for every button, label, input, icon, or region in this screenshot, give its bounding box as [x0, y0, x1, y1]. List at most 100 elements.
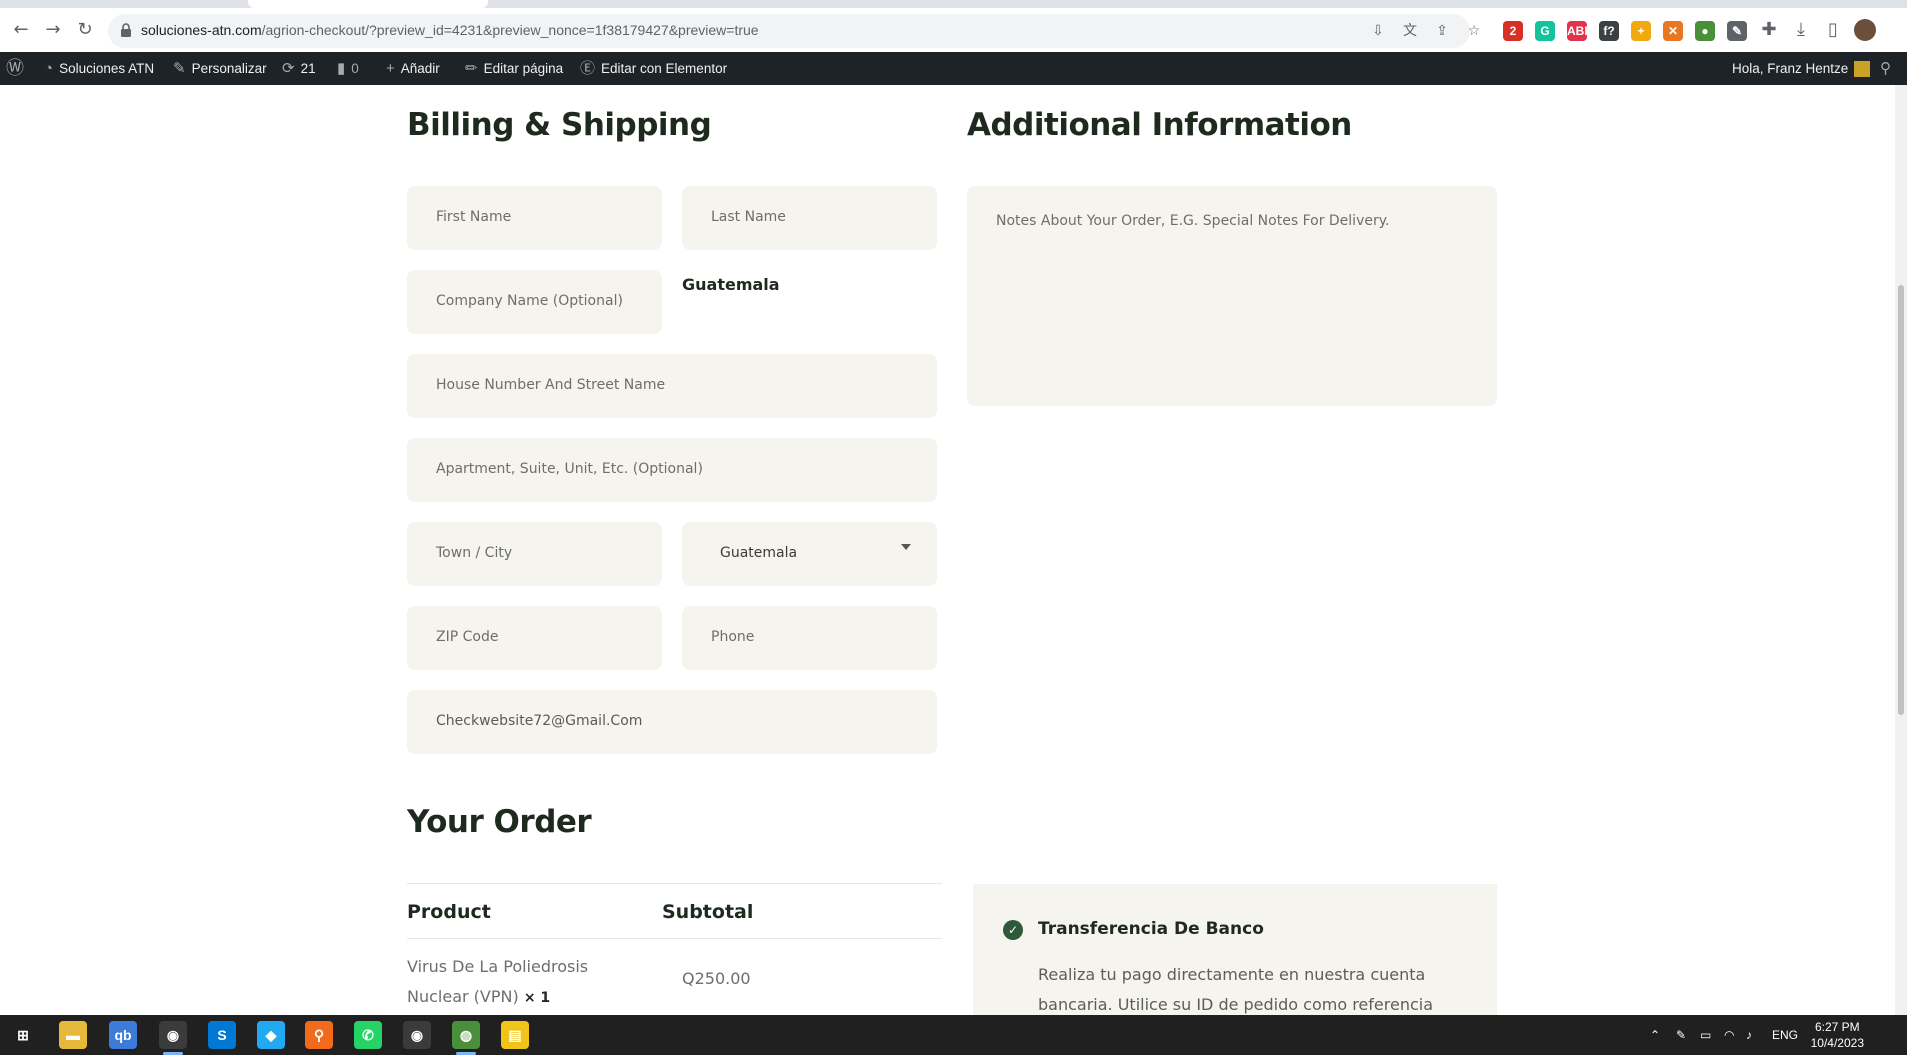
address-bar[interactable]: soluciones-atn.com/agrion-checkout/?prev…: [108, 14, 1480, 48]
qbittorrent-icon[interactable]: qb: [109, 1021, 137, 1049]
edit-elementor-link[interactable]: Ⓔ Editar con Elementor: [580, 52, 727, 85]
pen-icon[interactable]: ✎: [1676, 1015, 1686, 1055]
site-name-link[interactable]: ◔ Soluciones ATN: [44, 52, 154, 85]
edit-page-label: Editar página: [483, 61, 564, 76]
last-name-placeholder: Last Name: [711, 209, 786, 225]
page-scrollbar[interactable]: [1895, 85, 1907, 1015]
payment-method-description: Realiza tu pago directamente en nuestra …: [1038, 965, 1434, 1014]
install-app-icon[interactable]: ⇩: [1370, 23, 1386, 39]
elementor-icon: Ⓔ: [580, 60, 596, 77]
wifi-icon[interactable]: ◠: [1724, 1015, 1734, 1055]
table-divider: [407, 938, 942, 939]
pencil-icon: ✏: [465, 60, 478, 77]
subtotal-column-header: Subtotal: [662, 901, 754, 923]
brush-icon: ✎: [173, 60, 186, 77]
company-name-field[interactable]: Company Name (Optional): [407, 270, 662, 334]
forward-icon[interactable]: →: [42, 19, 64, 41]
first-name-field[interactable]: First Name: [407, 186, 662, 250]
apartment-placeholder: Apartment, Suite, Unit, Etc. (Optional): [436, 461, 703, 477]
system-clock[interactable]: 6:27 PM 10/4/2023: [1811, 1019, 1864, 1051]
product-column-header: Product: [407, 901, 491, 923]
font-icon[interactable]: f?: [1599, 21, 1619, 41]
extensions-puzzle-icon[interactable]: ✚: [1758, 19, 1780, 41]
add-new-label: Añadir: [400, 61, 440, 76]
product-name: Virus De La Poliedrosis Nuclear (VPN): [407, 957, 589, 1006]
brush-icon[interactable]: ✎: [1727, 21, 1747, 41]
payment-method-title[interactable]: Transferencia De Banco: [1038, 919, 1264, 939]
share-icon[interactable]: ⇪: [1434, 23, 1450, 39]
volume-icon[interactable]: ♪: [1746, 1015, 1752, 1055]
wordpress-logo-icon[interactable]: Ⓦ: [6, 52, 24, 85]
tools-icon[interactable]: ✕: [1663, 21, 1683, 41]
reload-icon[interactable]: ↻: [74, 19, 96, 41]
lock-icon: [121, 23, 131, 37]
updates-count: 21: [300, 61, 316, 76]
street-address-field[interactable]: House Number And Street Name: [407, 354, 937, 418]
updates-icon: ⟳: [282, 60, 295, 77]
translate-icon[interactable]: 文: [1402, 23, 1418, 39]
checkout-page: Billing & Shipping Additional Informatio…: [0, 85, 1907, 1015]
browser-tab[interactable]: [248, 0, 488, 8]
order-notes-placeholder: Notes About Your Order, E.G. Special Not…: [996, 213, 1390, 229]
edit-page-link[interactable]: ✏ Editar página: [465, 52, 563, 85]
bookmark-star-icon[interactable]: ☆: [1466, 23, 1482, 39]
email-field[interactable]: Checkwebsite72@Gmail.Com: [407, 690, 937, 754]
updates-link[interactable]: ⟳ 21: [282, 52, 316, 85]
language-indicator[interactable]: ENG: [1772, 1015, 1798, 1055]
scrollbar-thumb[interactable]: [1898, 285, 1904, 715]
adblock-icon[interactable]: ABP: [1567, 21, 1592, 41]
account-menu[interactable]: Hola, Franz Hentze: [1732, 52, 1871, 85]
admin-search-icon[interactable]: ⚲: [1880, 52, 1891, 85]
clock-date: 10/4/2023: [1810, 1036, 1864, 1050]
zip-code-field[interactable]: ZIP Code: [407, 606, 662, 670]
file-explorer-icon[interactable]: ▬: [59, 1021, 87, 1049]
add-new-link[interactable]: + Añadir: [386, 52, 440, 85]
comments-link[interactable]: ▮ 0: [337, 52, 359, 85]
globe-app-icon[interactable]: ◍: [452, 1021, 480, 1049]
your-order-heading: Your Order: [407, 804, 592, 840]
last-name-field[interactable]: Last Name: [682, 186, 937, 250]
back-icon[interactable]: ←: [10, 19, 32, 41]
search-app-icon[interactable]: ⚲: [305, 1021, 333, 1049]
skype-icon[interactable]: S: [208, 1021, 236, 1049]
state-value: Guatemala: [720, 545, 798, 561]
check-circle-icon[interactable]: ✓: [1003, 920, 1023, 940]
show-hidden-icons[interactable]: ⌃: [1650, 1015, 1660, 1055]
user-avatar: [1854, 60, 1871, 77]
clock-time: 6:27 PM: [1814, 1020, 1860, 1034]
profile-avatar-icon[interactable]: [1854, 19, 1876, 41]
phone-placeholder: Phone: [711, 629, 755, 645]
display-icon[interactable]: ▭: [1700, 1015, 1711, 1055]
country-label: Guatemala: [682, 275, 780, 294]
wp-admin-bar: Ⓦ ◔ Soluciones ATN ✎ Personalizar ⟳ 21 ▮ 0 +…: [0, 52, 1907, 85]
vscode-icon[interactable]: ◆: [257, 1021, 285, 1049]
chrome-profile-icon[interactable]: ◉: [403, 1021, 431, 1049]
extension-badge-icon[interactable]: 2: [1503, 21, 1523, 41]
chrome-icon[interactable]: ◉: [159, 1021, 187, 1049]
dashboard-icon: ◔: [44, 60, 54, 77]
chevron-down-icon: [901, 544, 911, 550]
grammarly-icon[interactable]: G: [1535, 21, 1555, 41]
files-app-icon[interactable]: ▤: [501, 1021, 529, 1049]
windows-taskbar: ⊞ ▬ qb ◉ S ◆ ⚲ ✆ ◉ ◍ ▤ ⌃ ✎ ▭ ◠ ♪ ENG 6:27 PM 10/4/…: [0, 1015, 1907, 1055]
tab-strip: [0, 0, 1907, 8]
product-quantity: × 1: [523, 990, 551, 1006]
phone-field[interactable]: Phone: [682, 606, 937, 670]
customize-link[interactable]: ✎ Personalizar: [173, 52, 267, 85]
url-text: soluciones-atn.com/agrion-checkout/?prev…: [141, 22, 759, 38]
city-field[interactable]: Town / City: [407, 522, 662, 586]
side-panel-icon[interactable]: ▯: [1822, 19, 1844, 41]
city-placeholder: Town / City: [436, 545, 513, 561]
downloads-icon[interactable]: ⤓: [1790, 19, 1812, 41]
order-notes-textarea[interactable]: Notes About Your Order, E.G. Special Not…: [967, 186, 1497, 406]
additional-info-heading: Additional Information: [967, 107, 1352, 143]
state-select[interactable]: Guatemala: [682, 522, 937, 586]
email-value: Checkwebsite72@Gmail.Com: [436, 713, 643, 729]
greeting-label: Hola, Franz Hentze: [1732, 61, 1849, 76]
whatsapp-icon[interactable]: ✆: [354, 1021, 382, 1049]
start-icon[interactable]: ⊞: [9, 1021, 37, 1049]
extension-plus-icon[interactable]: +: [1631, 21, 1651, 41]
globe-extension-icon[interactable]: ●: [1695, 21, 1715, 41]
apartment-field[interactable]: Apartment, Suite, Unit, Etc. (Optional): [407, 438, 937, 502]
billing-heading: Billing & Shipping: [407, 107, 712, 143]
